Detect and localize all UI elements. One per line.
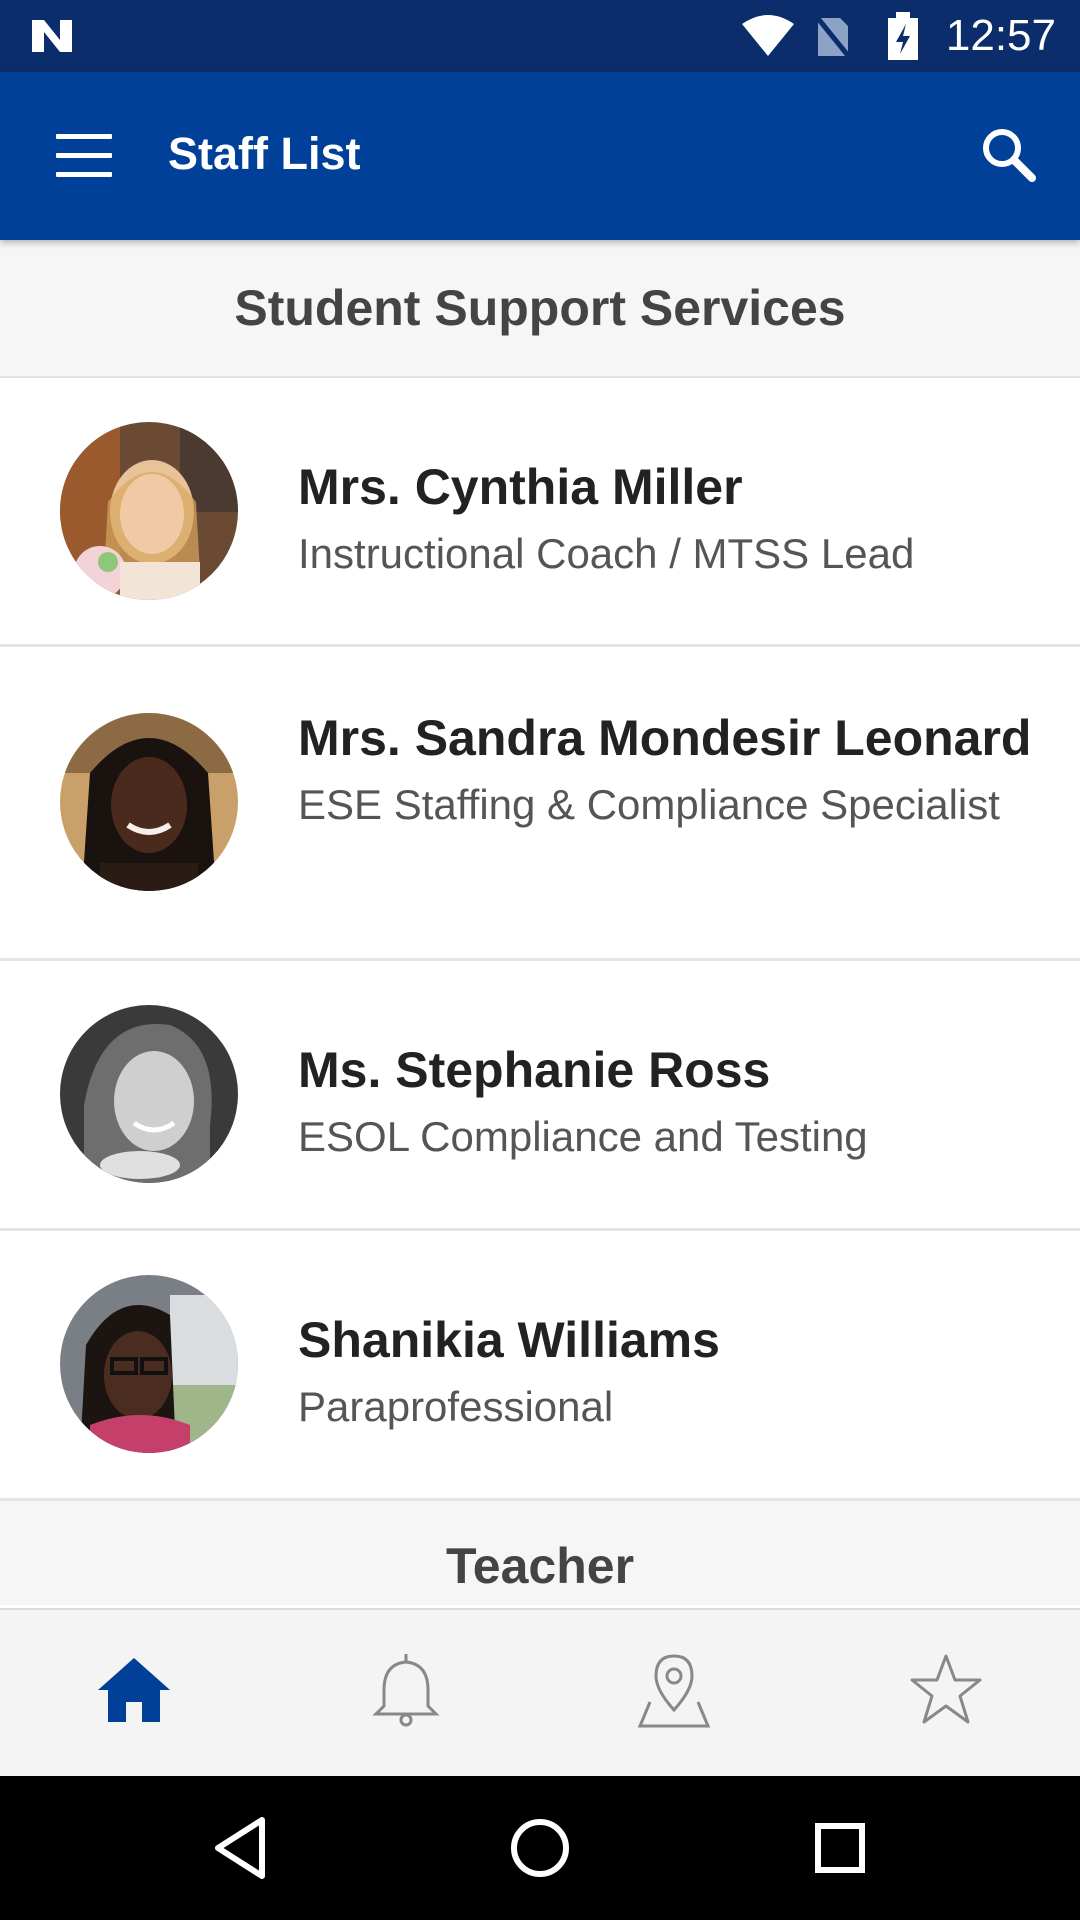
staff-name: Mrs. Cynthia Miller xyxy=(298,459,743,515)
list-item[interactable]: Ms. Stephanie Ross ESOL Compliance and T… xyxy=(0,961,1080,1231)
avatar xyxy=(60,422,238,600)
staff-name: Ms. Stephanie Ross xyxy=(298,1042,771,1098)
wifi-icon xyxy=(742,15,794,56)
n-logo-icon xyxy=(32,20,72,52)
search-icon[interactable] xyxy=(978,124,1038,184)
no-sim-icon xyxy=(814,14,852,60)
home-circle-icon xyxy=(511,1819,569,1877)
hamburger-menu-icon[interactable] xyxy=(56,134,112,178)
section-header: Student Support Services xyxy=(0,240,1080,378)
bell-icon xyxy=(372,1654,440,1727)
status-bar: 12:57 xyxy=(0,0,1080,72)
avatar xyxy=(60,1275,238,1453)
staff-title: Instructional Coach / MTSS Lead xyxy=(298,530,915,577)
staff-title: ESE Staffing & Compliance Specialist xyxy=(298,781,1000,828)
home-icon xyxy=(98,1658,170,1722)
bottom-nav xyxy=(0,1608,1080,1776)
avatar xyxy=(60,1005,238,1183)
back-button[interactable] xyxy=(204,1812,276,1884)
list-item[interactable]: Mrs. Sandra Mondesir Leonard ESE Staffin… xyxy=(0,647,1080,961)
staff-name: Shanikia Williams xyxy=(298,1312,720,1368)
recents-icon xyxy=(815,1823,865,1873)
staff-name: Mrs. Sandra Mondesir Leonard xyxy=(298,710,1032,766)
status-time: 12:57 xyxy=(945,11,1056,60)
battery-charging-icon xyxy=(888,12,918,60)
star-icon xyxy=(910,1654,982,1724)
nav-favorites[interactable] xyxy=(906,1650,986,1730)
map-pin-icon xyxy=(637,1654,711,1728)
section-header: Teacher xyxy=(0,1501,1080,1605)
system-nav-bar xyxy=(0,1776,1080,1920)
avatar xyxy=(60,713,238,891)
system-home-button[interactable] xyxy=(504,1812,576,1884)
nav-home[interactable] xyxy=(94,1650,174,1730)
back-icon xyxy=(215,1817,265,1879)
nav-notifications[interactable] xyxy=(366,1650,446,1730)
list-item[interactable]: Mrs. Cynthia Miller Instructional Coach … xyxy=(0,378,1080,647)
staff-title: ESOL Compliance and Testing xyxy=(298,1113,868,1160)
app-bar: Staff List xyxy=(0,72,1080,240)
staff-title: Paraprofessional xyxy=(298,1383,614,1430)
list-item[interactable]: Shanikia Williams Paraprofessional xyxy=(0,1231,1080,1501)
recents-button[interactable] xyxy=(804,1812,876,1884)
page-title: Staff List xyxy=(168,128,361,179)
nav-map[interactable] xyxy=(634,1650,714,1730)
staff-list[interactable]: Student Support Services Mrs. Cynthia Mi… xyxy=(0,240,1080,1608)
